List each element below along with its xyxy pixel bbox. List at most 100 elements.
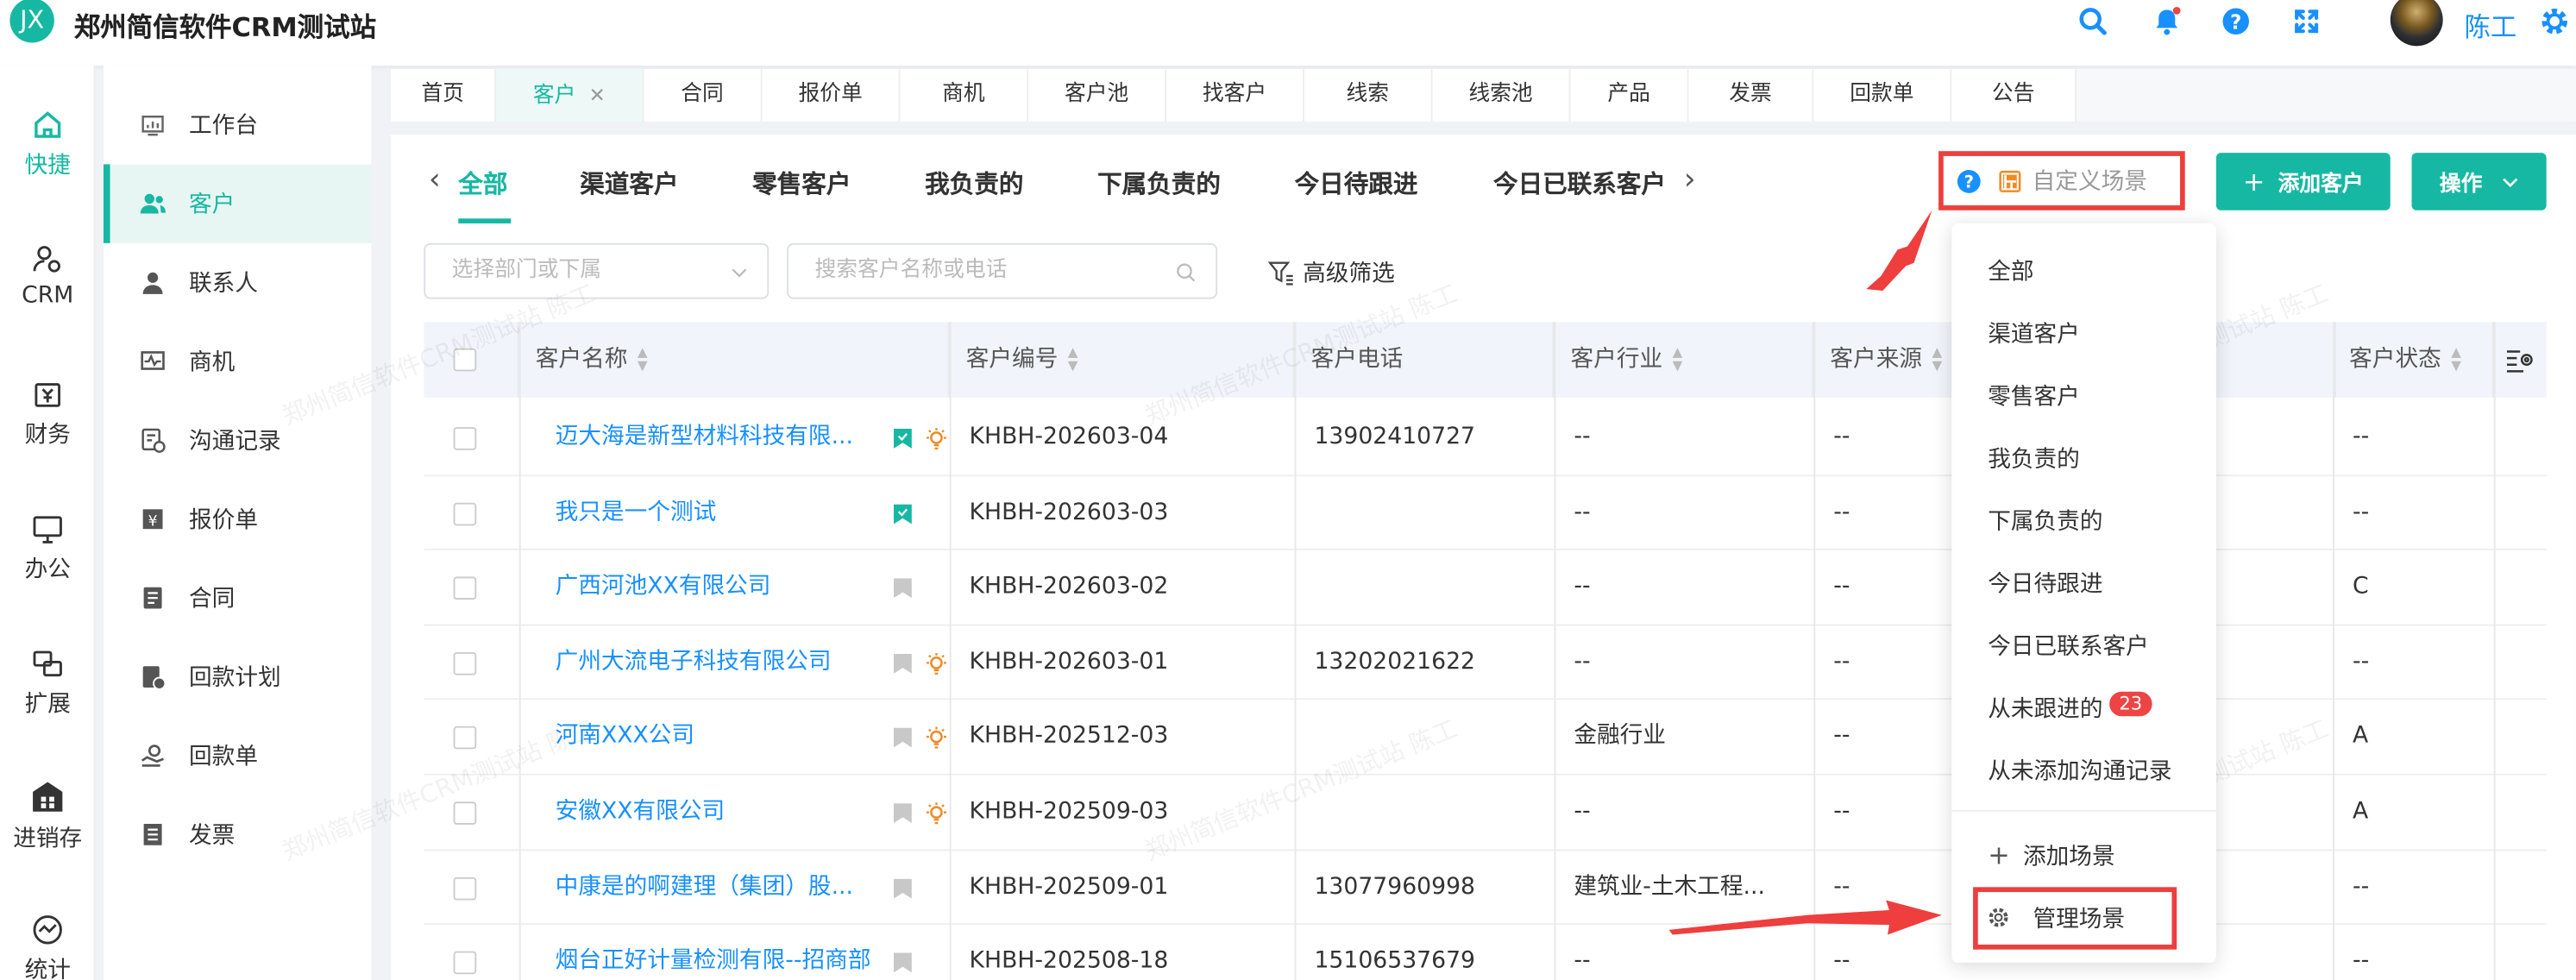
- select-all-checkbox[interactable]: [453, 348, 477, 372]
- sort-icon[interactable]: ▲ ▼: [1068, 346, 1078, 373]
- sort-icon[interactable]: ▲ ▼: [1673, 346, 1683, 373]
- row-checkbox[interactable]: [453, 951, 477, 975]
- scene-retail[interactable]: 零售客户: [752, 166, 851, 200]
- sort-icon[interactable]: ▲ ▼: [2451, 346, 2461, 373]
- follow-flag-icon[interactable]: [893, 503, 912, 524]
- customer-name-cell[interactable]: 迈大海是新型材料科技有限...: [539, 401, 881, 475]
- add-customer-button[interactable]: + 添加客户: [2215, 153, 2391, 210]
- reminder-bulb-icon[interactable]: [925, 427, 948, 450]
- menu-item-customer[interactable]: 客户: [103, 164, 372, 243]
- tab-find-customer[interactable]: 找客户: [1166, 68, 1305, 122]
- scene-next-icon[interactable]: ›: [1684, 163, 1696, 198]
- column-settings-icon[interactable]: [2505, 347, 2535, 373]
- table-row[interactable]: 广西河池XX有限公司 KHBH-202603-02 -- -- C: [424, 550, 2547, 626]
- menu-item-communication[interactable]: 沟通记录: [104, 401, 371, 480]
- reminder-bulb-icon[interactable]: [925, 652, 948, 675]
- menu-item-invoice[interactable]: 发票: [104, 795, 371, 874]
- rail-item-store[interactable]: 进销存: [0, 779, 95, 855]
- department-select[interactable]: 选择部门或下属: [424, 242, 770, 299]
- tab-product[interactable]: 产品: [1570, 68, 1689, 122]
- tab-invoice[interactable]: 发票: [1688, 68, 1814, 122]
- col-customer-name[interactable]: 客户名称 ▲ ▼: [519, 322, 950, 398]
- row-checkbox[interactable]: [453, 501, 477, 525]
- table-row[interactable]: 安徽XX有限公司 KHBH-202509-03 -- -- A: [424, 775, 2547, 851]
- rail-item-stats[interactable]: 统计: [0, 914, 95, 980]
- col-customer-industry[interactable]: 客户行业 ▲ ▼: [1554, 322, 1814, 398]
- follow-flag-icon[interactable]: [893, 653, 912, 674]
- fullscreen-icon[interactable]: [2290, 5, 2323, 38]
- row-checkbox[interactable]: [453, 651, 477, 675]
- customer-name-cell[interactable]: 广西河池XX有限公司: [539, 550, 881, 625]
- menu-item-contract[interactable]: 合同: [104, 558, 371, 637]
- follow-flag-icon[interactable]: [893, 578, 912, 599]
- follow-flag-icon[interactable]: [893, 429, 912, 449]
- scene-prev-icon[interactable]: ‹: [429, 163, 441, 198]
- add-scene-item[interactable]: + 添加场景: [1988, 839, 2114, 872]
- sort-icon[interactable]: ▲ ▼: [638, 346, 648, 373]
- tab-home[interactable]: 首页: [391, 68, 497, 122]
- tab-opportunity[interactable]: 商机: [900, 68, 1029, 122]
- row-checkbox[interactable]: [453, 876, 477, 900]
- customer-search-input[interactable]: 搜索客户名称或电话: [787, 242, 1218, 299]
- menu-item-payment-plan[interactable]: 回款计划: [104, 638, 371, 716]
- tab-lead-pool[interactable]: 线索池: [1432, 68, 1571, 122]
- custom-scene-button[interactable]: ? 自定义场景: [1938, 151, 2185, 210]
- table-row[interactable]: 烟台正好计量检测有限--招商部 KHBH-202508-18 15106537679…: [424, 925, 2547, 980]
- bell-icon[interactable]: [2151, 5, 2183, 38]
- settings-gear-icon[interactable]: [2538, 5, 2571, 38]
- scene-subordinate[interactable]: 下属负责的: [1097, 166, 1221, 200]
- scene-mine[interactable]: 我负责的: [925, 166, 1023, 200]
- tab-contract[interactable]: 合同: [644, 68, 763, 122]
- follow-flag-icon[interactable]: [893, 952, 912, 973]
- table-row[interactable]: 河南XXX公司 KHBH-202512-03 金融行业 -- A: [424, 700, 2547, 776]
- reminder-bulb-icon[interactable]: [925, 726, 948, 750]
- row-checkbox[interactable]: [453, 801, 477, 825]
- menu-item-opportunity[interactable]: 商机: [104, 322, 371, 400]
- scene-all[interactable]: 全部: [458, 166, 507, 200]
- tab-leads[interactable]: 线索: [1304, 68, 1433, 122]
- row-checkbox[interactable]: [453, 427, 477, 450]
- menu-item-workbench[interactable]: 工作台: [104, 85, 371, 164]
- actions-button[interactable]: 操作: [2411, 153, 2547, 210]
- customer-name-cell[interactable]: 烟台正好计量检测有限--招商部: [539, 925, 881, 980]
- tab-announcement[interactable]: 公告: [1951, 68, 2077, 122]
- scene-channel[interactable]: 渠道客户: [580, 166, 678, 200]
- reminder-bulb-icon[interactable]: [925, 801, 948, 825]
- scene-today-followup[interactable]: 今日待跟进: [1295, 166, 1418, 200]
- help-icon[interactable]: ?: [2220, 5, 2252, 38]
- follow-flag-icon[interactable]: [893, 878, 912, 898]
- dropdown-item-mine[interactable]: 我负责的: [1988, 442, 2080, 474]
- table-row[interactable]: 迈大海是新型材料科技有限... KHBH-202603-04 13902410727…: [424, 400, 2547, 476]
- dropdown-item-never-communicated[interactable]: 从未添加沟通记录: [1988, 754, 2171, 787]
- row-checkbox[interactable]: [453, 726, 477, 751]
- rail-item-shortcut[interactable]: 快捷: [0, 109, 95, 181]
- table-row[interactable]: 我只是一个测试 KHBH-202603-03 -- -- --: [424, 475, 2547, 551]
- tab-customer[interactable]: 客户 ✕: [496, 68, 644, 122]
- scene-today-contacted[interactable]: 今日已联系客户: [1493, 166, 1666, 200]
- dropdown-item-never-followed[interactable]: 从未跟进的 23: [1988, 691, 2152, 725]
- dropdown-item-today-contacted[interactable]: 今日已联系客户: [1988, 629, 2149, 662]
- customer-name-cell[interactable]: 中康是的啊建理（集团）股...: [539, 851, 881, 925]
- col-customer-code[interactable]: 客户编号 ▲ ▼: [950, 322, 1295, 398]
- menu-item-quotation[interactable]: ¥ 报价单: [104, 480, 371, 558]
- customer-name-cell[interactable]: 我只是一个测试: [539, 475, 881, 550]
- follow-flag-icon[interactable]: [893, 803, 912, 824]
- avatar[interactable]: [2390, 0, 2443, 47]
- tab-receipt[interactable]: 回款单: [1813, 68, 1952, 122]
- menu-item-contacts[interactable]: 联系人: [104, 243, 371, 322]
- dropdown-item-today-followup[interactable]: 今日待跟进: [1988, 567, 2102, 600]
- row-checkbox[interactable]: [453, 576, 477, 600]
- rail-item-finance[interactable]: 财务: [0, 378, 95, 450]
- dropdown-item-subordinate[interactable]: 下属负责的: [1988, 505, 2102, 537]
- customer-name-cell[interactable]: 河南XXX公司: [539, 700, 881, 775]
- rail-item-office[interactable]: 办公: [0, 512, 95, 585]
- close-icon[interactable]: ✕: [589, 84, 606, 107]
- customer-name-cell[interactable]: 广州大流电子科技有限公司: [539, 625, 881, 700]
- table-row[interactable]: 中康是的啊建理（集团）股... KHBH-202509-01 13077960998…: [424, 850, 2547, 926]
- tab-quotation[interactable]: 报价单: [762, 68, 901, 122]
- col-customer-status[interactable]: 客户状态 ▲ ▼: [2333, 322, 2494, 398]
- customer-name-cell[interactable]: 安徽XX有限公司: [539, 776, 881, 850]
- table-row[interactable]: 广州大流电子科技有限公司 KHBH-202603-01 13202021622 -- -…: [424, 625, 2547, 700]
- dropdown-item-retail[interactable]: 零售客户: [1988, 380, 2080, 412]
- dropdown-item-all[interactable]: 全部: [1988, 254, 2033, 287]
